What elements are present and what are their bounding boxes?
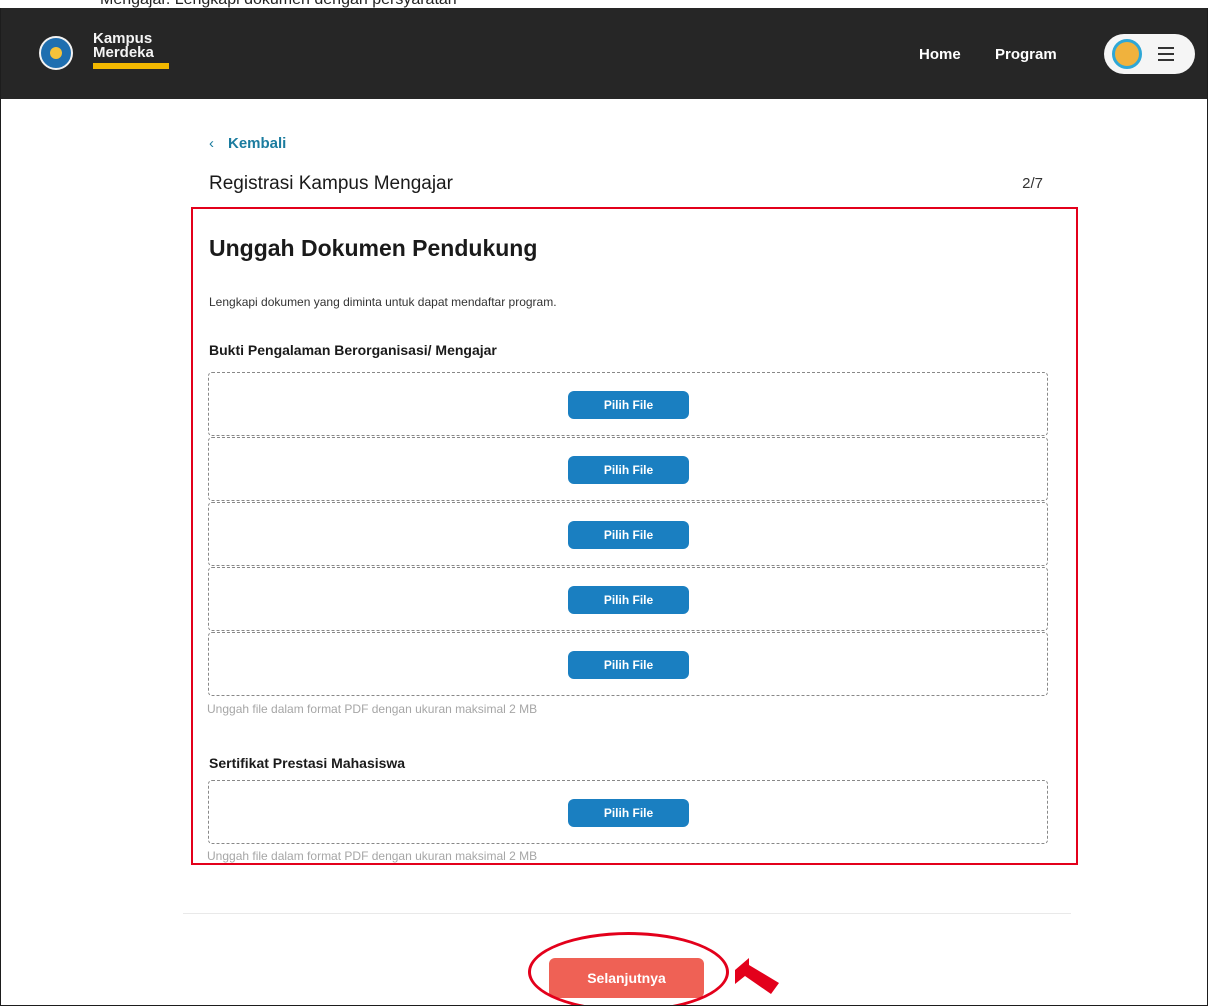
logo-ribbon (93, 63, 169, 69)
section-description: Lengkapi dokumen yang diminta untuk dapa… (209, 295, 557, 309)
back-label: Kembali (228, 135, 287, 152)
experience-section-title: Bukti Pengalaman Berorganisasi/ Mengajar (209, 342, 497, 358)
file-dropzone-4[interactable]: Pilih File (208, 567, 1048, 631)
file-dropzone-3[interactable]: Pilih File (208, 502, 1048, 566)
pick-file-button-3[interactable]: Pilih File (568, 521, 689, 549)
file-dropzone-2[interactable]: Pilih File (208, 437, 1048, 501)
footer-divider (183, 913, 1071, 914)
section-heading: Unggah Dokumen Pendukung (209, 235, 538, 261)
pick-file-button-1[interactable]: Pilih File (568, 391, 689, 419)
achievement-section-title: Sertifikat Prestasi Mahasiswa (209, 755, 406, 771)
page-title: Registrasi Kampus Mengajar (209, 173, 453, 194)
top-caption-text: Mengajar. Lengkapi dokumen dengan persya… (100, 0, 457, 8)
pick-file-button-5[interactable]: Pilih File (568, 651, 689, 679)
avatar-icon (1112, 39, 1142, 69)
top-caption: Mengajar. Lengkapi dokumen dengan persya… (0, 0, 1210, 8)
logo-emblem-icon[interactable] (39, 36, 73, 70)
pick-file-button-4[interactable]: Pilih File (568, 586, 689, 614)
menu-icon (1158, 47, 1174, 61)
pick-file-button-6[interactable]: Pilih File (568, 799, 689, 827)
top-navbar: Kampus Merdeka Home Program (1, 8, 1207, 99)
step-indicator: 2/7 (1022, 175, 1043, 192)
browser-frame: Kampus Merdeka Home Program ‹ Kembali Reg… (0, 8, 1208, 1006)
next-button[interactable]: Selanjutnya (549, 958, 704, 998)
upload-hint-1: Unggah file dalam format PDF dengan ukur… (207, 702, 538, 716)
file-dropzone-1[interactable]: Pilih File (208, 372, 1048, 436)
back-link[interactable]: ‹ Kembali (209, 135, 286, 152)
logo-text[interactable]: Kampus Merdeka (93, 31, 183, 61)
nav-program-link[interactable]: Program (995, 46, 1057, 63)
nav-home-link[interactable]: Home (919, 46, 961, 63)
arrow-pointer-icon (735, 958, 779, 994)
upload-hint-2: Unggah file dalam format PDF dengan ukur… (207, 849, 538, 863)
logo-line2: Merdeka (93, 44, 154, 61)
file-dropzone-6[interactable]: Pilih File (208, 780, 1048, 844)
chevron-left-icon: ‹ (209, 135, 214, 152)
pick-file-button-2[interactable]: Pilih File (568, 456, 689, 484)
user-menu-button[interactable] (1104, 34, 1195, 74)
file-dropzone-5[interactable]: Pilih File (208, 632, 1048, 696)
